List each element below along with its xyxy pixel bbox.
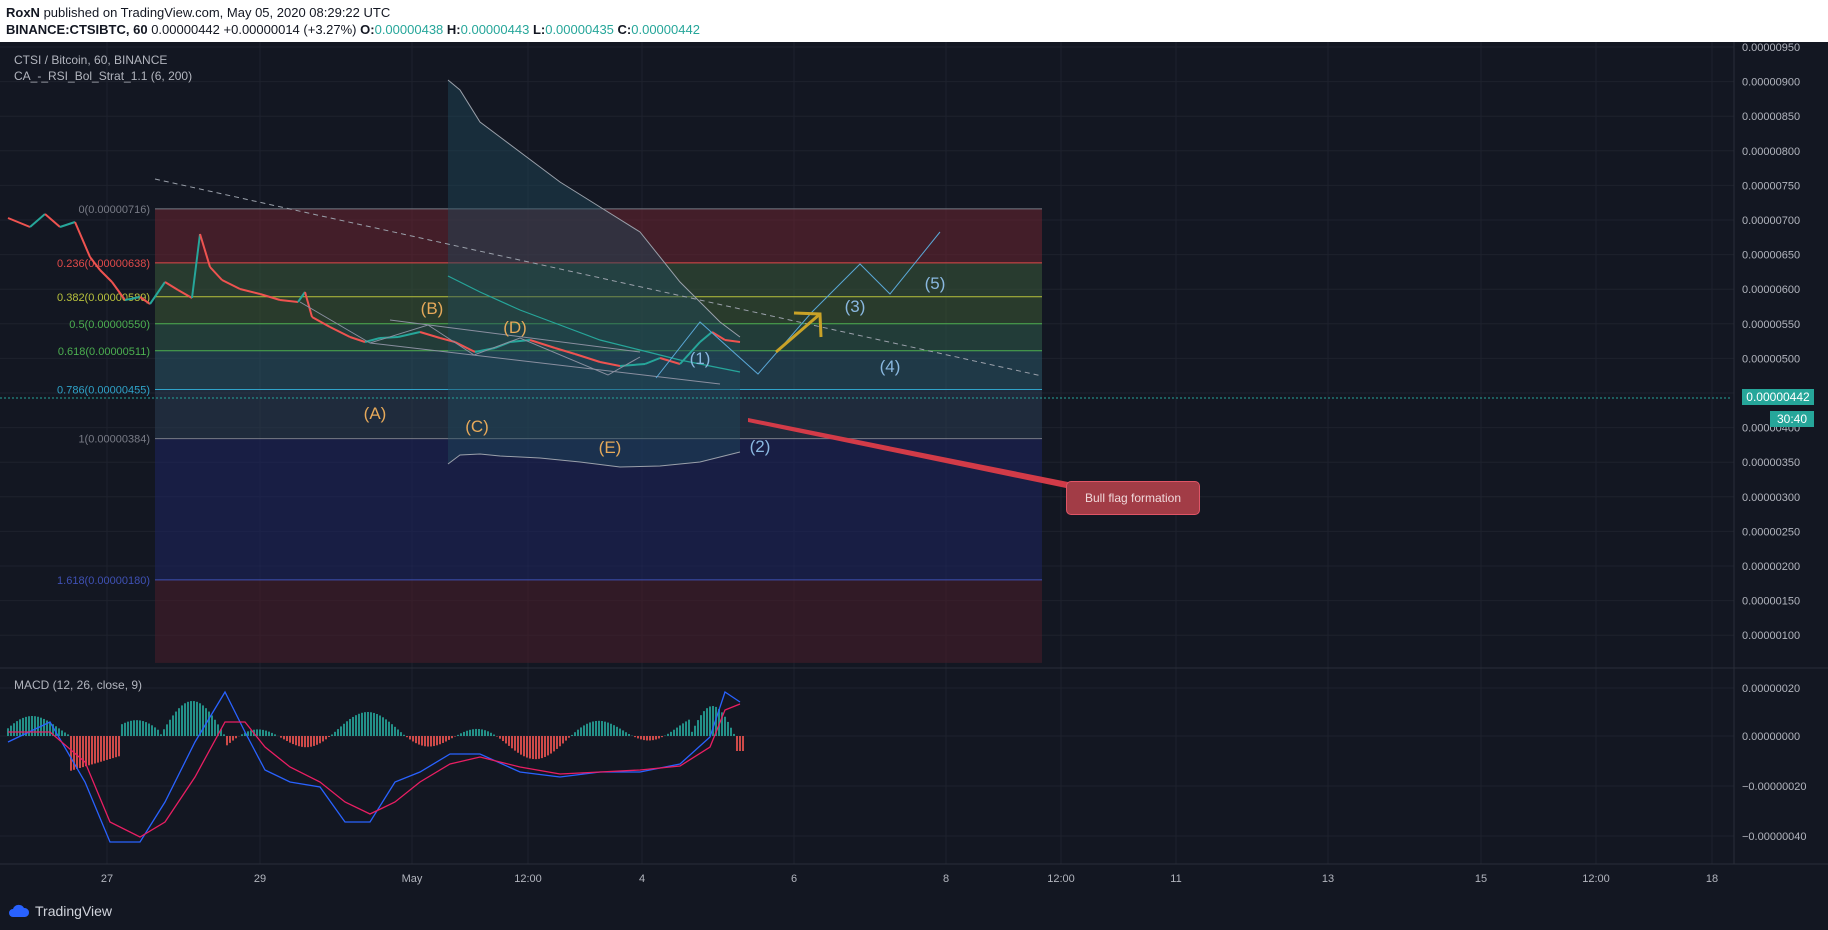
wave-label-abc[interactable]: (D) [503, 318, 527, 337]
time-tick-label: 27 [101, 873, 113, 885]
wave-label-abc[interactable]: (A) [364, 404, 387, 423]
author-name[interactable]: RoxN [6, 5, 40, 20]
close-value: 0.00000442 [631, 22, 700, 37]
time-tick-label: 12:00 [514, 873, 542, 885]
wave-label-abc[interactable]: (B) [421, 299, 444, 318]
footer-bar [0, 890, 1828, 930]
price-tick-label: 0.00000500 [1742, 353, 1800, 365]
publish-header: RoxN published on TradingView.com, May 0… [0, 0, 1828, 42]
price-tick-label: 0.00000300 [1742, 492, 1800, 504]
countdown-badge: 30:40 [1770, 411, 1814, 427]
wave-label-impulse[interactable]: (2) [750, 437, 771, 456]
symbol-line: BINANCE:CTSIBTC, 60 0.00000442 +0.000000… [6, 22, 700, 37]
symbol-info: BINANCE:CTSIBTC, 60 [6, 22, 148, 37]
price-tick-label: 0.00000800 [1742, 146, 1800, 158]
wave-label-abc[interactable]: (C) [465, 417, 489, 436]
fib-level-label: 0.786(0.00000455) [57, 385, 150, 397]
high-label: H: [446, 22, 461, 37]
price-tick-label: 0.00000200 [1742, 561, 1800, 573]
wave-label-impulse[interactable]: (5) [925, 274, 946, 293]
close-label: C: [617, 22, 632, 37]
publish-line: RoxN published on TradingView.com, May 0… [6, 5, 390, 20]
price-change: +0.00000014 (+3.27%) [223, 22, 357, 37]
publish-info: published on TradingView.com, May 05, 20… [43, 5, 391, 20]
fib-level-label: 1(0.00000384) [78, 434, 150, 446]
price-tick-label: 0.00000750 [1742, 180, 1800, 192]
low-value: 0.00000435 [545, 22, 614, 37]
price-tick-label: 0.00000650 [1742, 250, 1800, 262]
cloud-icon [9, 904, 30, 917]
price-tick-label: 0.00000700 [1742, 215, 1800, 227]
wave-label-impulse[interactable]: (1) [690, 349, 711, 368]
time-tick-label: 13 [1322, 873, 1334, 885]
fib-zone [155, 579, 1042, 663]
macd-tick-label: 0.00000000 [1742, 731, 1800, 743]
tradingview-brand: TradingView [35, 903, 113, 919]
price-tick-label: 0.00000550 [1742, 319, 1800, 331]
macd-tick-label: 0.00000020 [1742, 683, 1800, 695]
current-price-badge: 0.00000442 [1742, 389, 1814, 405]
time-tick-label: 4 [639, 873, 645, 885]
price-tick-label: 0.00000600 [1742, 284, 1800, 296]
fib-level-label: 0.5(0.00000550) [69, 319, 150, 331]
fib-level-label: 1.618(0.00000180) [57, 575, 150, 587]
high-value: 0.00000443 [460, 22, 530, 37]
time-tick-label: 11 [1170, 873, 1181, 885]
time-tick-label: 12:00 [1047, 873, 1075, 885]
wave-label-impulse[interactable]: (3) [845, 297, 866, 316]
price-tick-label: 0.00000900 [1742, 77, 1800, 89]
wave-label-impulse[interactable]: (4) [880, 357, 901, 376]
time-tick-label: 15 [1475, 873, 1487, 885]
last-price: 0.00000442 [151, 22, 220, 37]
wave-label-abc[interactable]: (E) [599, 438, 622, 457]
price-tick-label: 0.00000950 [1742, 42, 1800, 54]
time-tick-label: 8 [943, 873, 949, 885]
fib-level-label: 0.618(0.00000511) [58, 346, 150, 358]
open-label: O: [360, 22, 375, 37]
open-value: 0.00000438 [374, 22, 444, 37]
time-tick-label: May [402, 873, 423, 885]
time-tick-label: 12:00 [1582, 873, 1610, 885]
price-tick-label: 0.00000850 [1742, 111, 1800, 123]
tradingview-logo[interactable]: TradingView [8, 903, 112, 919]
fib-level-label: 0(0.00000716) [78, 204, 150, 216]
time-tick-label: 29 [254, 873, 266, 885]
time-tick-label: 18 [1706, 873, 1718, 885]
indicator-legend[interactable]: CA_-_RSI_Bol_Strat_1.1 (6, 200) [14, 69, 192, 83]
time-tick-label: 6 [791, 873, 797, 885]
macd-tick-label: −0.00000020 [1742, 781, 1807, 793]
bull-flag-callout[interactable]: Bull flag formation [1066, 481, 1200, 515]
price-tick-label: 0.00000250 [1742, 526, 1800, 538]
price-tick-label: 0.00000150 [1742, 596, 1800, 608]
fib-level-label: 0.236(0.00000638) [57, 258, 150, 270]
chart-title[interactable]: CTSI / Bitcoin, 60, BINANCE [14, 53, 167, 67]
macd-tick-label: −0.00000040 [1742, 831, 1807, 843]
price-tick-label: 0.00000100 [1742, 630, 1800, 642]
chart-canvas[interactable]: 0(0.00000716)0.236(0.00000638)0.382(0.00… [0, 42, 1828, 890]
low-label: L: [532, 22, 546, 37]
price-tick-label: 0.00000350 [1742, 457, 1800, 469]
macd-legend[interactable]: MACD (12, 26, close, 9) [14, 678, 142, 692]
